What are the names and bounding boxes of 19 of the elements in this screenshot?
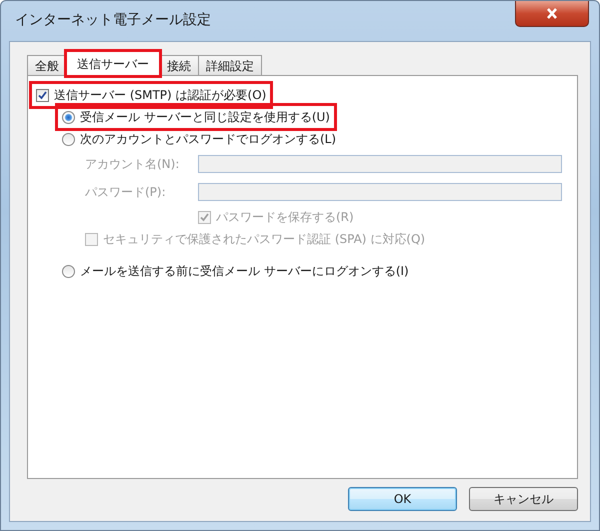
radio-label: 次のアカウントとパスワードでログオンする(L) <box>80 130 336 148</box>
tab[interactable]: 詳細設定 <box>198 55 262 76</box>
checkbox-label: パスワードを保存する(R) <box>216 208 354 226</box>
cancel-button[interactable]: キャンセル <box>469 487 578 511</box>
field-label: アカウント名(N): <box>85 156 180 172</box>
ok-button[interactable]: OK <box>348 487 457 511</box>
checkbox-label: セキュリティで保護されたパスワード認証 (SPA) に対応(Q) <box>103 230 426 248</box>
radio-label: 受信メール サーバーと同じ設定を使用する(U) <box>80 108 330 126</box>
close-button[interactable] <box>515 1 589 27</box>
radio-button[interactable] <box>62 110 75 124</box>
field-label: パスワード(P): <box>85 184 167 200</box>
tab[interactable]: 送信サーバー <box>66 51 160 76</box>
radio-label: メールを送信する前に受信メール サーバーにログオンする(I) <box>80 262 409 280</box>
checkbox-label: 送信サーバー (SMTP) は認証が必要(O) <box>54 86 266 104</box>
radio-button[interactable] <box>62 264 75 278</box>
window-title: インターネット電子メール設定 <box>15 11 211 29</box>
checkbox[interactable] <box>36 88 49 102</box>
radio-button[interactable] <box>62 132 75 146</box>
close-icon <box>546 8 558 19</box>
